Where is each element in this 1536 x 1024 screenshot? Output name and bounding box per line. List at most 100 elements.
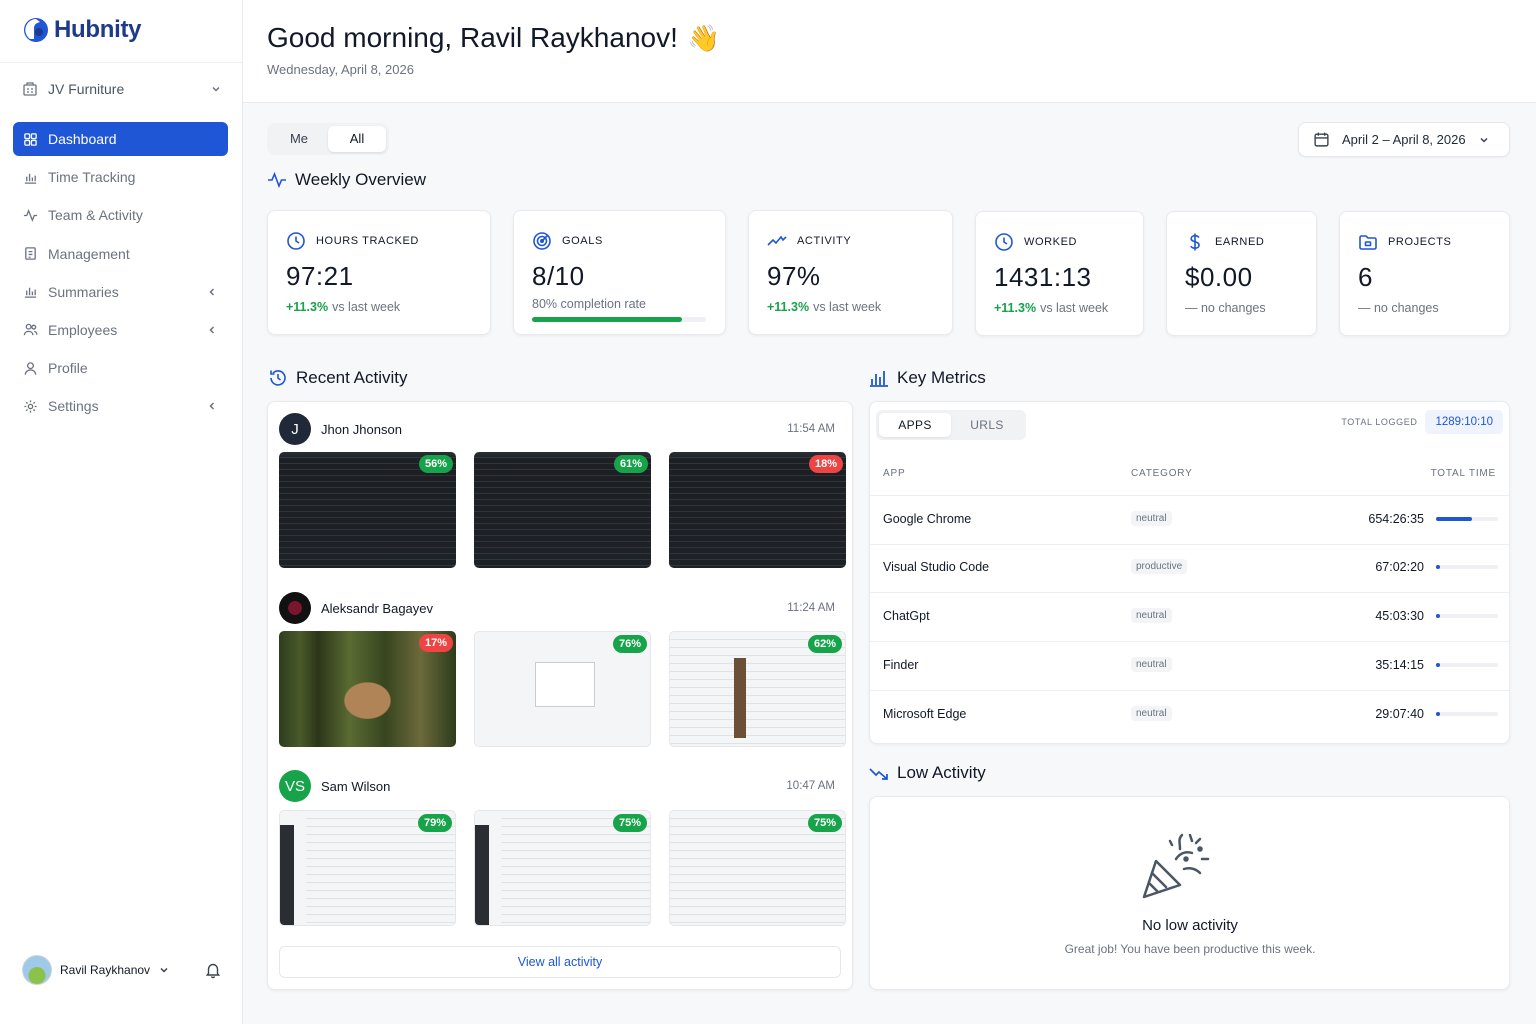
- avatar: J: [279, 413, 311, 445]
- sidebar-item-profile[interactable]: Profile: [13, 351, 228, 385]
- tab-apps[interactable]: APPS: [879, 413, 951, 437]
- usage-bar: [1436, 663, 1498, 667]
- bell-icon[interactable]: [204, 961, 222, 979]
- stat-value: $0.00: [1185, 262, 1253, 292]
- user-name: Sam Wilson: [321, 778, 391, 794]
- stat-label-text: HOURS TRACKED: [316, 235, 419, 247]
- activity-percent-badge: 61%: [613, 455, 648, 473]
- screenshot-thumbnail[interactable]: 17%: [279, 631, 456, 747]
- sidebar-item-employees[interactable]: Employees: [13, 313, 228, 347]
- stat-label-text: WORKED: [1024, 236, 1078, 248]
- bar-chart-icon: [870, 371, 888, 387]
- recent-activity-title: Recent Activity: [268, 368, 408, 388]
- avatar: VS: [279, 770, 311, 802]
- stat-note: vs last week: [1040, 301, 1109, 315]
- total-logged: TOTAL LOGGED 1289:10:10: [1341, 410, 1503, 434]
- empty-state-title: No low activity: [1142, 917, 1238, 934]
- chevron-left-icon: [209, 402, 215, 410]
- goals-progress-bar: [532, 317, 706, 322]
- logo[interactable]: Hubnity: [22, 16, 142, 44]
- low-activity-card: No low activity Great job! You have been…: [869, 796, 1510, 990]
- stat-value: 1431:13: [994, 262, 1092, 292]
- activity-percent-badge: 79%: [417, 814, 452, 832]
- sidebar-item-settings[interactable]: Settings: [13, 389, 228, 423]
- stat-card-worked: WORKED 1431:13 +11.3% vs last week: [975, 211, 1144, 336]
- goals-progress-fill: [532, 317, 682, 322]
- sidebar-item-management[interactable]: Management: [13, 237, 228, 271]
- toggle-me[interactable]: Me: [270, 126, 328, 152]
- user-menu[interactable]: Ravil Raykhanov: [22, 954, 222, 986]
- sidebar-divider: [0, 62, 242, 63]
- tab-urls[interactable]: URLS: [951, 413, 1023, 437]
- wave-emoji: 👋: [687, 22, 721, 53]
- date-range-label: April 2 – April 8, 2026: [1342, 132, 1466, 147]
- activity-user-row[interactable]: Aleksandr Bagayev 11:24 AM: [279, 592, 835, 624]
- sidebar-item-label: Settings: [48, 398, 99, 415]
- screenshot-thumbnail[interactable]: 61%: [474, 452, 651, 568]
- category-badge: neutral: [1131, 706, 1172, 721]
- page-title: Good morning, Ravil Raykhanov! 👋: [267, 22, 720, 54]
- stat-change: +11.3%: [286, 300, 329, 314]
- view-all-activity-button[interactable]: View all activity: [279, 946, 841, 978]
- screenshot-thumbnail[interactable]: 62%: [669, 631, 846, 747]
- table-row[interactable]: Google Chrome neutral 654:26:35: [870, 497, 1509, 545]
- activity-time: 11:54 AM: [787, 423, 835, 435]
- column-header-total-time[interactable]: TOTAL TIME: [1431, 468, 1496, 479]
- table-row[interactable]: Microsoft Edge neutral 29:07:40: [870, 692, 1509, 740]
- avatar: [279, 592, 311, 624]
- usage-bar-fill: [1436, 614, 1440, 618]
- stat-value: 97%: [767, 261, 821, 291]
- sidebar-item-summaries[interactable]: Summaries: [13, 275, 228, 309]
- stat-note: vs last week: [332, 300, 401, 314]
- activity-user-row[interactable]: J Jhon Jhonson 11:54 AM: [279, 413, 835, 445]
- empty-state-subtitle: Great job! You have been productive this…: [1064, 942, 1316, 956]
- sidebar-item-team-activity[interactable]: Team & Activity: [13, 198, 228, 232]
- app-name: Finder: [883, 658, 919, 672]
- stat-sub: +11.3% vs last week: [994, 301, 1108, 315]
- recent-activity-card: J Jhon Jhonson 11:54 AM 56% 61% 18% Alek…: [267, 401, 853, 990]
- sidebar-item-time-tracking[interactable]: Time Tracking: [13, 160, 228, 194]
- sidebar-nav: Dashboard Time Tracking Team & Activity …: [13, 122, 228, 428]
- stat-label-text: EARNED: [1215, 236, 1265, 248]
- stat-label: GOALS: [532, 231, 603, 251]
- stat-label: ACTIVITY: [767, 231, 851, 251]
- table-row[interactable]: Finder neutral 35:14:15: [870, 643, 1509, 691]
- table-row[interactable]: Visual Studio Code productive 67:02:20: [870, 545, 1509, 593]
- section-title: Recent Activity: [296, 368, 408, 387]
- screenshot-thumbnail[interactable]: 75%: [474, 810, 651, 926]
- screenshot-thumbnail[interactable]: 76%: [474, 631, 651, 747]
- history-icon: [270, 370, 286, 386]
- current-date: Wednesday, April 8, 2026: [267, 62, 414, 77]
- usage-bar-fill: [1436, 663, 1440, 667]
- screenshot-thumbnail[interactable]: 56%: [279, 452, 456, 568]
- screenshot-thumbnail[interactable]: 75%: [669, 810, 846, 926]
- total-time: 35:14:15: [1375, 658, 1424, 672]
- chevron-down-icon: [1480, 137, 1488, 143]
- usage-bar-fill: [1436, 712, 1440, 716]
- sidebar-item-dashboard[interactable]: Dashboard: [13, 122, 228, 156]
- activity-percent-badge: 18%: [808, 455, 843, 473]
- toggle-all[interactable]: All: [328, 126, 386, 152]
- stat-card-earned: EARNED $0.00 — no changes: [1166, 211, 1317, 336]
- stat-change: +11.3%: [767, 300, 810, 314]
- column-header-app[interactable]: APP: [883, 468, 905, 479]
- screenshot-thumbnail[interactable]: 18%: [669, 452, 846, 568]
- stat-note: 80% completion rate: [532, 297, 646, 311]
- screenshot-thumbnail[interactable]: 79%: [279, 810, 456, 926]
- date-range-picker[interactable]: April 2 – April 8, 2026: [1298, 122, 1510, 157]
- org-switcher[interactable]: JV Furniture: [22, 76, 222, 102]
- table-divider: [870, 495, 1509, 496]
- section-title: Low Activity: [897, 763, 986, 782]
- activity-user-row[interactable]: VS Sam Wilson 10:47 AM: [279, 770, 835, 802]
- calendar-icon: [1314, 132, 1329, 147]
- app-name: Visual Studio Code: [883, 560, 990, 574]
- app-name: Microsoft Edge: [883, 707, 967, 721]
- page-header: Good morning, Ravil Raykhanov! 👋 Wednesd…: [243, 0, 1536, 103]
- activity-icon: [23, 208, 38, 222]
- table-row[interactable]: ChatGpt neutral 45:03:30: [870, 594, 1509, 642]
- column-header-category[interactable]: CATEGORY: [1131, 468, 1193, 479]
- sidebar-item-label: Team & Activity: [48, 207, 143, 224]
- category-badge: neutral: [1131, 657, 1172, 672]
- weekly-overview-title: Weekly Overview: [267, 170, 426, 190]
- clock-icon: [995, 233, 1013, 251]
